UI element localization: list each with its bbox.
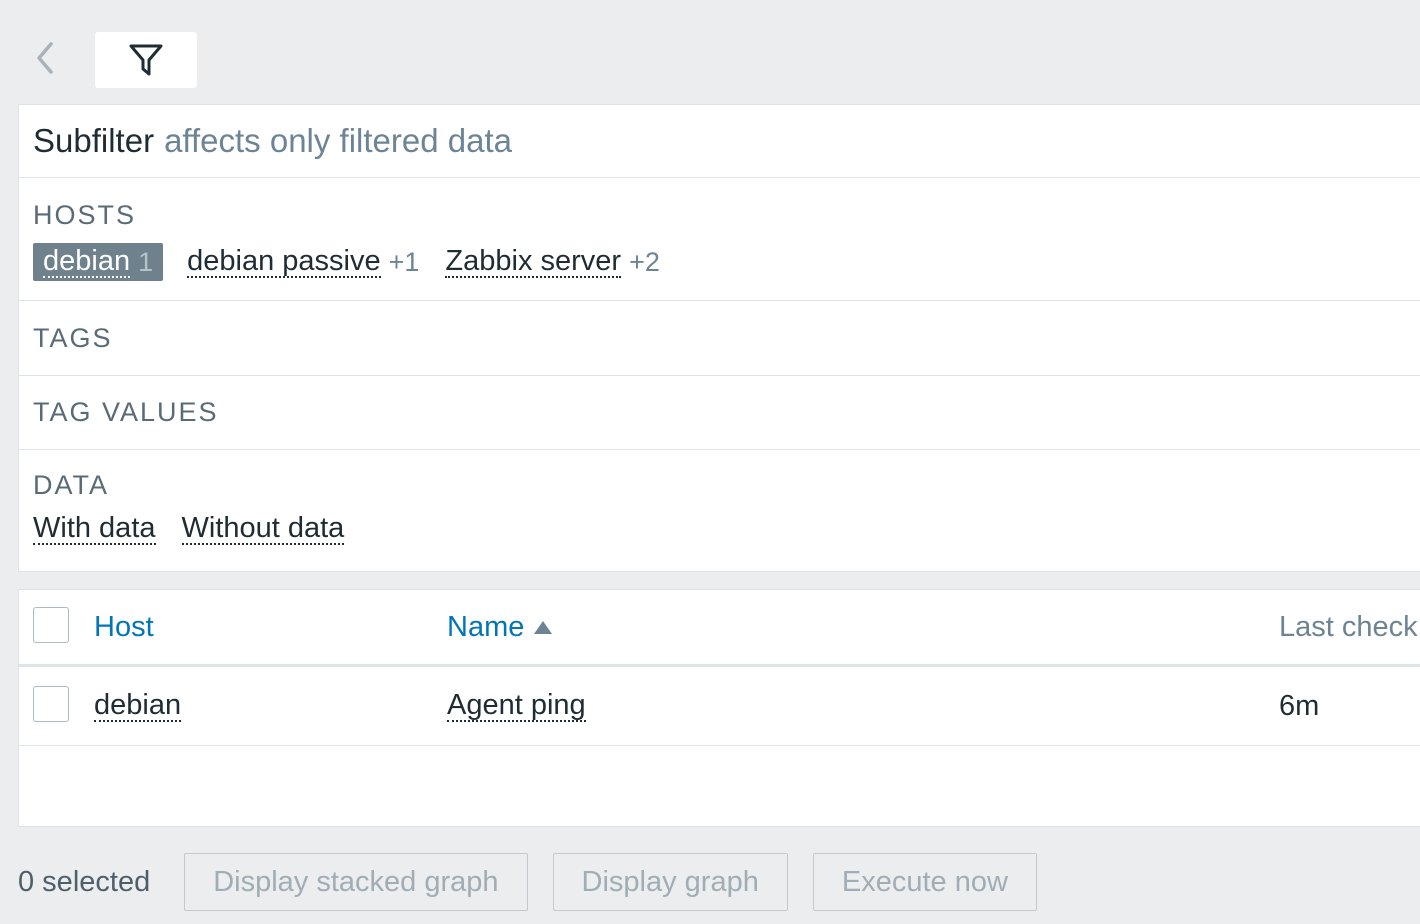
- hosts-label: HOSTS: [33, 200, 137, 230]
- execute-now-button[interactable]: Execute now: [812, 853, 1037, 911]
- subfilter-header: Subfilter affects only filtered data: [19, 105, 1420, 178]
- subfilter-panel: Subfilter affects only filtered data HOS…: [18, 104, 1420, 572]
- host-chip-count: +1: [388, 246, 420, 277]
- subfilter-note: affects only filtered data: [164, 122, 512, 159]
- subfilter-hosts-section: HOSTS debian 1 debian passive +1 Zabbix …: [19, 178, 1420, 301]
- host-chip-name: debian passive: [187, 245, 381, 278]
- subfilter-title: Subfilter: [33, 122, 155, 159]
- column-header-host[interactable]: Host: [94, 590, 154, 664]
- main-frame: Subfilter affects only filtered data HOS…: [8, 6, 1420, 924]
- display-graph-button[interactable]: Display graph: [552, 853, 788, 911]
- last-check-value: 6m: [1279, 689, 1320, 722]
- sort-ascending-icon: [534, 620, 553, 634]
- display-stacked-graph-button[interactable]: Display stacked graph: [184, 853, 528, 911]
- host-header-label[interactable]: Host: [94, 611, 154, 644]
- item-name-link[interactable]: Agent ping: [447, 690, 586, 722]
- name-header-label[interactable]: Name: [447, 611, 524, 644]
- data-chip-name: Without data: [181, 512, 345, 545]
- chevron-left-icon: [37, 42, 53, 74]
- host-chip-name: Zabbix server: [445, 245, 622, 278]
- last-check-header-label: Last check: [1279, 610, 1418, 643]
- subfilter-tags-section: TAGS: [19, 301, 1420, 376]
- cell-last-check: 6m: [1279, 667, 1319, 745]
- row-checkbox[interactable]: [33, 686, 69, 722]
- table-header-row: Host Name Last check: [19, 590, 1420, 667]
- host-chip-debian[interactable]: debian 1: [33, 243, 164, 281]
- column-header-last-check: Last check: [1279, 590, 1418, 664]
- data-chip-name: With data: [33, 512, 156, 545]
- filter-tab[interactable]: [95, 32, 197, 88]
- funnel-icon: [129, 44, 163, 76]
- hosts-chip-row: debian 1 debian passive +1 Zabbix server…: [33, 243, 1420, 281]
- cell-name[interactable]: Agent ping: [447, 667, 586, 745]
- filter-tab-strip: [8, 6, 1420, 104]
- host-link[interactable]: debian: [94, 690, 182, 722]
- selected-count: 0 selected: [18, 865, 151, 898]
- host-chip-count: 1: [138, 246, 154, 277]
- host-chip-name: debian: [43, 245, 131, 278]
- host-chip-zabbix-server[interactable]: Zabbix server +2: [445, 245, 660, 278]
- data-chip-row: With data Without data: [33, 513, 1420, 545]
- cell-host[interactable]: debian: [94, 667, 182, 745]
- host-chip-debian-passive[interactable]: debian passive +1: [187, 246, 419, 278]
- action-footer: 0 selected Display stacked graph Display…: [18, 851, 1062, 913]
- select-all-checkbox[interactable]: [33, 607, 69, 643]
- tags-label: TAGS: [33, 322, 113, 353]
- data-chip-without-data[interactable]: Without data: [181, 512, 345, 545]
- items-table: Host Name Last check debian Agent ping 6…: [18, 589, 1420, 827]
- subfilter-tag-values-section: TAG VALUES: [19, 376, 1420, 450]
- tag-values-label: TAG VALUES: [33, 397, 219, 427]
- host-chip-count: +2: [629, 246, 660, 277]
- subfilter-data-section: DATA With data Without data: [19, 450, 1420, 570]
- data-chip-with-data[interactable]: With data: [33, 513, 156, 545]
- collapse-button[interactable]: [30, 38, 60, 78]
- table-row: debian Agent ping 6m: [19, 667, 1420, 746]
- data-label: DATA: [33, 470, 110, 500]
- column-header-name[interactable]: Name: [447, 590, 553, 664]
